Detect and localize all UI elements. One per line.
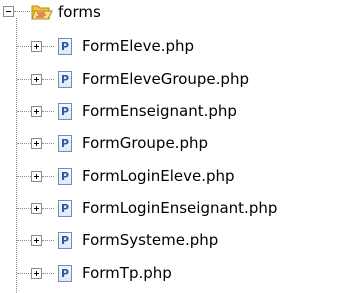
php-file-icon: P [58,265,72,282]
php-file-icon: P [58,200,72,217]
tree-connector [42,46,54,47]
tree-node-label[interactable]: FormEleveGroupe.php [82,69,249,89]
php-file-icon: P [58,71,72,88]
tree-connector [42,143,54,144]
tree-node-file[interactable]: P FormEleveGroupe.php [0,66,350,96]
php-file-icon: P [58,232,72,249]
tree-node-label[interactable]: FormEleve.php [82,36,194,56]
expand-toggle[interactable] [31,138,42,149]
tree-connector [42,79,54,80]
php-file-icon: P [58,168,72,185]
tree-node-file[interactable]: P FormLoginEleve.php [0,163,350,193]
tree-node-file[interactable]: P FormEleve.php [0,33,350,63]
tree-node-label[interactable]: FormTp.php [82,263,172,283]
tree-connector [42,208,54,209]
tree-node-label[interactable]: forms [58,2,101,22]
folder-open-icon [31,5,53,20]
tree-node-forms[interactable]: forms [0,0,350,30]
expand-toggle[interactable] [31,171,42,182]
expand-toggle[interactable] [31,235,42,246]
expand-toggle[interactable] [31,74,42,85]
expand-toggle[interactable] [31,203,42,214]
tree-connector [42,240,54,241]
php-file-icon: P [58,135,72,152]
tree-node-file[interactable]: P FormTp.php [0,260,350,290]
tree-node-file[interactable]: P FormEnseignant.php [0,98,350,128]
collapse-toggle[interactable] [3,6,14,17]
tree-connector [14,11,30,12]
tree-node-label[interactable]: FormSysteme.php [82,230,218,250]
tree-node-file[interactable]: P FormGroupe.php [0,130,350,160]
tree-node-label[interactable]: FormEnseignant.php [82,101,237,121]
tree-connector [42,273,54,274]
expand-toggle[interactable] [31,268,42,279]
php-file-icon: P [58,38,72,55]
expand-toggle[interactable] [31,106,42,117]
tree-node-label[interactable]: FormLoginEleve.php [82,166,235,186]
tree-connector [42,111,54,112]
tree-connector [42,176,54,177]
tree-node-label[interactable]: FormGroupe.php [82,133,208,153]
project-tree: forms P FormEleve.php P FormEleveGroupe.… [0,0,350,293]
tree-node-label[interactable]: FormLoginEnseignant.php [82,198,277,218]
expand-toggle[interactable] [31,41,42,52]
tree-node-file[interactable]: P FormSysteme.php [0,227,350,257]
php-file-icon: P [58,103,72,120]
tree-node-file[interactable]: P FormLoginEnseignant.php [0,195,350,225]
